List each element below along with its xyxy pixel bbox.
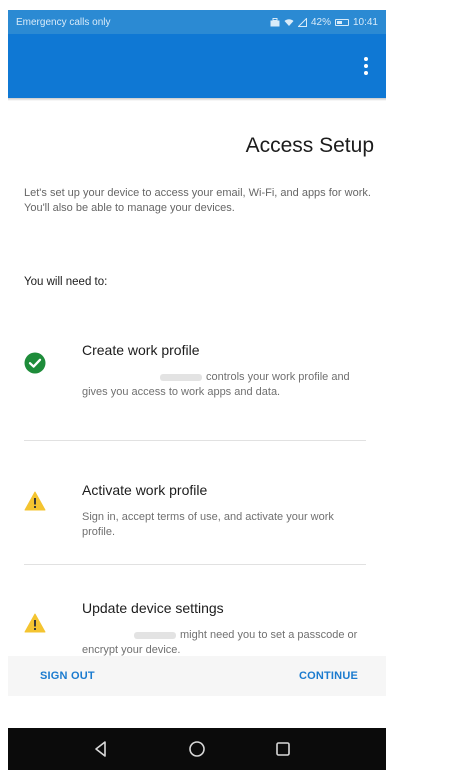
back-triangle-icon[interactable] [90, 738, 112, 760]
status-icons: 42% 10:41 [270, 17, 378, 28]
carrier-text: Emergency calls only [16, 16, 111, 28]
step-description: might need you to set a passcode or encr… [82, 629, 358, 656]
redacted-company-name [134, 631, 176, 639]
step-description: controls your work profile and gives you… [82, 371, 350, 398]
toolbar-shadow [8, 98, 386, 101]
battery-percent: 42% [310, 16, 331, 28]
app-toolbar [8, 34, 386, 98]
clock: 10:41 [352, 16, 378, 28]
system-nav-bar [8, 728, 386, 770]
briefcase-icon [270, 17, 280, 26]
sign-out-button[interactable]: SIGN OUT [40, 656, 95, 696]
step-title: Activate work profile [82, 482, 208, 498]
check-circle-icon [24, 352, 46, 374]
step-title: Update device settings [82, 600, 224, 616]
warning-icon [24, 613, 46, 633]
intro-text: Let's set up your device to access your … [24, 187, 371, 214]
battery-icon [334, 18, 349, 26]
more-vert-icon[interactable] [360, 54, 372, 78]
requirements-label: You will need to: [24, 276, 108, 288]
step-description: Sign in, accept terms of use, and activa… [82, 511, 334, 538]
status-bar: Emergency calls only 42% 10:41 [8, 10, 386, 34]
home-circle-icon[interactable] [186, 738, 208, 760]
divider [24, 564, 366, 565]
phone-screen: Emergency calls only 42% 10:41 Access Se… [8, 10, 386, 770]
divider [24, 440, 366, 441]
redacted-company-name [160, 373, 202, 381]
continue-button[interactable]: CONTINUE [299, 656, 358, 696]
bottom-action-bar: SIGN OUT CONTINUE [8, 656, 386, 696]
signal-icon [297, 17, 307, 27]
warning-icon [24, 491, 46, 511]
step-title: Create work profile [82, 342, 200, 358]
recents-square-icon[interactable] [272, 738, 294, 760]
wifi-icon [284, 18, 294, 26]
page-title: Access Setup [245, 134, 374, 157]
